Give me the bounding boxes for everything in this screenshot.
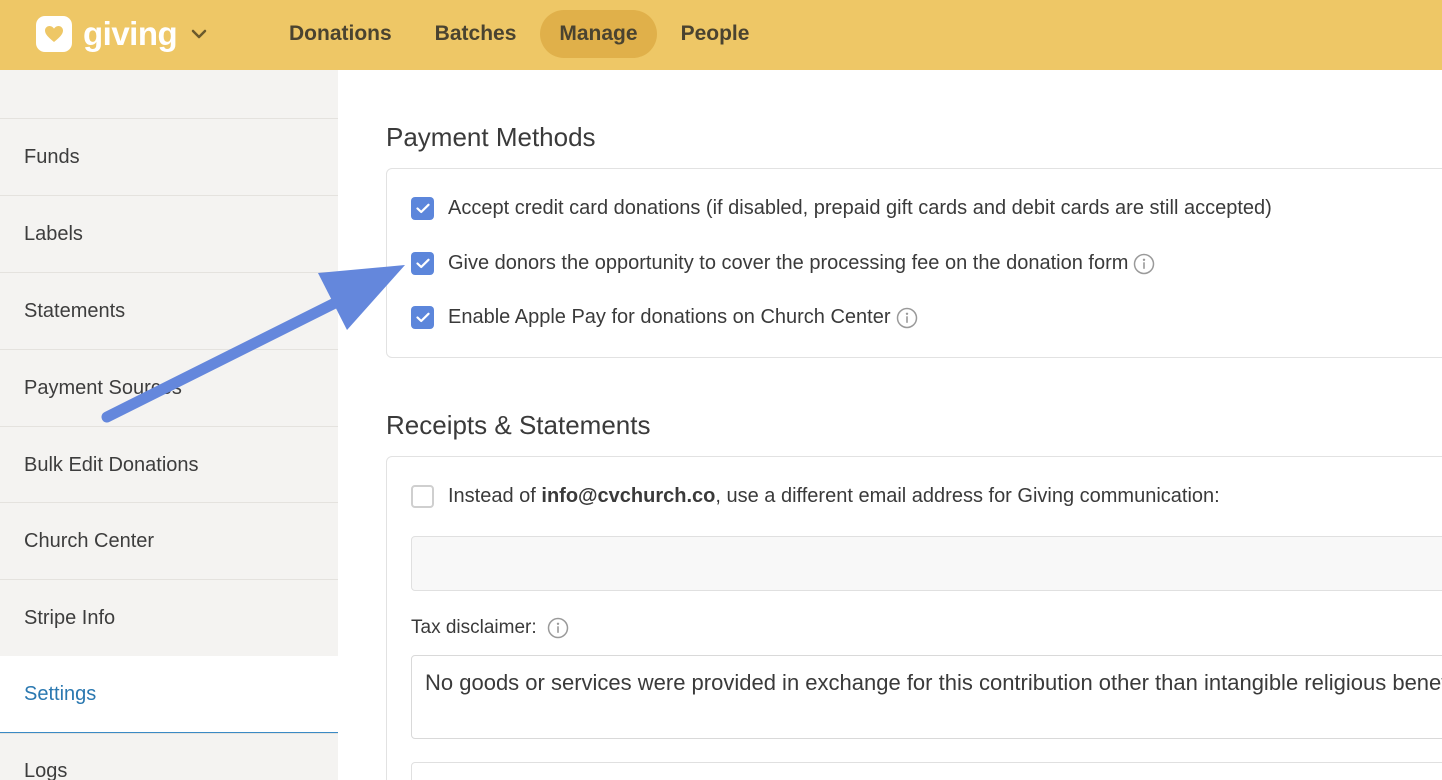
custom-email-checkbox[interactable] (411, 485, 434, 508)
cover-fee-checkbox[interactable] (411, 252, 434, 275)
sidebar-item-payment-sources[interactable]: Payment Sources (0, 349, 338, 426)
app-switcher[interactable]: giving (36, 14, 207, 54)
tax-disclaimer-label: Tax disclaimer: (411, 617, 537, 638)
info-icon[interactable] (896, 307, 918, 329)
option-apple-pay: Enable Apple Pay for donations on Church… (411, 306, 918, 329)
sidebar-item-funds[interactable]: Funds (0, 118, 338, 195)
option-custom-email: Instead of info@cvchurch.co, use a diffe… (411, 485, 1220, 508)
sidebar-item-bulk-edit-donations[interactable]: Bulk Edit Donations (0, 426, 338, 503)
sidebar-item-church-center[interactable]: Church Center (0, 502, 338, 579)
nav-people[interactable]: People (662, 10, 769, 58)
apple-pay-label: Enable Apple Pay for donations on Church… (448, 306, 891, 328)
chevron-down-icon[interactable] (191, 29, 207, 39)
receipts-statements-title: Receipts & Statements (386, 410, 651, 440)
receipts-card: Instead of info@cvchurch.co, use a diffe… (386, 456, 1442, 780)
nav-donations[interactable]: Donations (270, 10, 411, 58)
credit-card-label: Accept credit card donations (if disable… (448, 197, 1272, 219)
option-credit-card: Accept credit card donations (if disable… (411, 197, 1272, 220)
next-field[interactable] (411, 762, 1442, 780)
sidebar: Funds Labels Statements Payment Sources … (0, 70, 338, 780)
app-name: giving (83, 15, 178, 52)
custom-email-prefix: Instead of (448, 485, 542, 507)
top-bar: giving Donations Batches Manage People (0, 0, 1442, 70)
check-icon (415, 258, 430, 269)
nav-manage[interactable]: Manage (540, 10, 657, 58)
check-icon (415, 203, 430, 214)
info-icon[interactable] (1133, 253, 1155, 275)
current-email: info@cvchurch.co (541, 485, 716, 507)
sidebar-item-stripe-info[interactable]: Stripe Info (0, 579, 338, 656)
sidebar-item-labels[interactable]: Labels (0, 195, 338, 272)
apple-pay-checkbox[interactable] (411, 306, 434, 329)
cover-fee-label: Give donors the opportunity to cover the… (448, 252, 1129, 274)
option-cover-fee: Give donors the opportunity to cover the… (411, 252, 1155, 275)
custom-email-suffix: , use a different email address for Givi… (715, 485, 1220, 507)
email-field[interactable] (411, 536, 1442, 591)
payment-methods-title: Payment Methods (386, 122, 596, 152)
tax-disclaimer-textarea[interactable]: No goods or services were provided in ex… (411, 655, 1442, 739)
sidebar-item-logs[interactable]: Logs (0, 733, 338, 780)
payment-methods-card: Accept credit card donations (if disable… (386, 168, 1442, 358)
settings-content: Payment Methods Accept credit card donat… (338, 70, 1442, 780)
tax-disclaimer-label-row: Tax disclaimer: (411, 617, 569, 639)
heart-icon (36, 16, 72, 52)
check-icon (415, 312, 430, 323)
info-icon[interactable] (547, 617, 569, 639)
nav-batches[interactable]: Batches (416, 10, 536, 58)
credit-card-checkbox[interactable] (411, 197, 434, 220)
main-nav: Donations Batches Manage People (270, 10, 773, 58)
sidebar-item-statements[interactable]: Statements (0, 272, 338, 349)
sidebar-item-settings[interactable]: Settings (0, 656, 338, 733)
